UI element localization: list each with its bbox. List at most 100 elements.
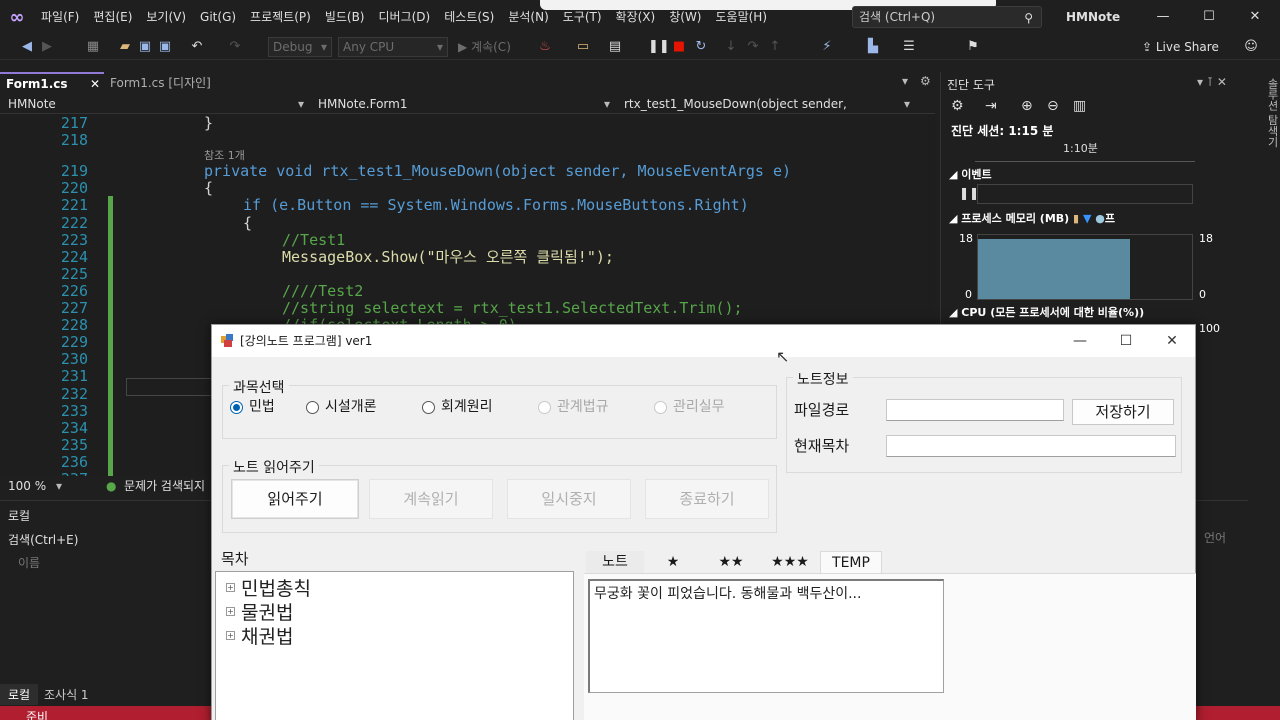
radio-facility[interactable]: 시설개론 <box>306 397 377 417</box>
events-section[interactable]: ◢ 이벤트 <box>949 166 992 182</box>
zoom-out-icon[interactable]: ⊖ <box>1047 98 1059 114</box>
radio-related-law[interactable]: 관계법규 <box>538 397 609 417</box>
radio-civil-law[interactable]: 민법 <box>230 397 275 417</box>
tree-item-obligation[interactable]: + 채권법 <box>226 622 293 649</box>
solution-explorer-rail[interactable]: 솔루션 탐색기 <box>1252 72 1280 712</box>
code-line[interactable]: 217} <box>0 115 935 132</box>
tab-star3[interactable]: ★★★ <box>760 551 820 573</box>
redo-icon[interactable]: ↷ <box>226 38 244 56</box>
menu-build[interactable]: 빌드(B) <box>318 0 372 34</box>
tab-note[interactable]: 노트 <box>586 551 644 573</box>
settings-icon[interactable]: ⚙ <box>920 74 931 88</box>
vs-search-input[interactable]: 검색 (Ctrl+Q) ⚲ <box>852 6 1042 28</box>
path-input[interactable] <box>886 399 1064 421</box>
save-button[interactable]: 저장하기 <box>1072 399 1174 425</box>
memory-section[interactable]: ◢ 프로세스 메모리 (MB) ▮ ▼ ●프 <box>949 210 1115 226</box>
code-line[interactable]: 224 MessageBox.Show("마우스 오른쪽 클릭됨!"); <box>0 248 935 266</box>
tab-temp[interactable]: TEMP <box>820 551 882 573</box>
tree-item-general[interactable]: + 민법총칙 <box>226 574 311 601</box>
platform-combo[interactable]: Any CPU <box>338 37 448 57</box>
class-combo[interactable]: HMNote.Form1 ▾ <box>310 95 614 113</box>
forward-icon[interactable]: ▶ <box>38 38 56 56</box>
radio-management[interactable]: 관리실무 <box>654 397 725 417</box>
open-folder-icon[interactable]: ▰ <box>116 38 134 56</box>
tab-form1-cs[interactable]: Form1.cs ✕ <box>0 72 104 94</box>
code-line[interactable]: 219 private void rtx_test1_MouseDown(obje… <box>0 163 935 180</box>
window-layout-icon[interactable]: ▤ <box>606 38 624 56</box>
save-icon[interactable]: ▣ <box>136 38 154 56</box>
chart-icon[interactable]: ▥ <box>1073 98 1086 114</box>
bookmark-icon[interactable]: ⚑ <box>964 38 982 56</box>
chevron-down-icon[interactable]: ▾ <box>56 476 62 496</box>
locals-search[interactable]: 검색(Ctrl+E) <box>8 531 78 548</box>
continue-read-button[interactable]: 계속읽기 <box>369 479 493 519</box>
note-richtext[interactable]: 무궁화 꽃이 피었습니다. 동해물과 백두산이... <box>588 579 944 693</box>
save-all-icon[interactable]: ▣ <box>156 38 174 56</box>
visual-studio-logo-icon[interactable]: ∞ <box>0 0 34 34</box>
timeline[interactable]: 1:10분 <box>975 140 1195 162</box>
menu-project[interactable]: 프로젝트(P) <box>243 0 318 34</box>
code-line[interactable]: 225 <box>0 265 935 283</box>
menu-view[interactable]: 보기(V) <box>139 0 193 34</box>
diagnostics-icon[interactable]: ⚡ <box>818 38 836 56</box>
close-tab-icon[interactable]: ✕ <box>90 74 100 94</box>
format-icon[interactable]: ☰ <box>900 38 918 56</box>
stop-icon[interactable]: ■ <box>670 38 688 56</box>
close-icon[interactable]: ✕ <box>1232 0 1278 34</box>
code-line[interactable]: 218 <box>0 132 935 149</box>
feedback-icon[interactable]: ☺ <box>1242 38 1260 56</box>
pause-icon[interactable]: ❚❚ <box>648 38 670 56</box>
read-button[interactable]: 읽어주기 <box>231 479 359 519</box>
back-icon[interactable]: ◀ <box>18 38 36 56</box>
issues-status[interactable]: 문제가 검색되지 <box>124 476 205 496</box>
new-item-icon[interactable]: ▦ <box>84 38 102 56</box>
code-line[interactable]: 227 //string selectext = rtx_test1.Select… <box>0 300 935 317</box>
member-combo[interactable]: rtx_test1_MouseDown(object sender, Mouse… <box>616 95 914 129</box>
app-minimize-icon[interactable]: — <box>1057 325 1103 357</box>
zoom-combo[interactable]: 100 % <box>8 476 46 496</box>
code-line[interactable]: 223 //Test1 <box>0 231 935 249</box>
app-titlebar[interactable]: [강의노트 프로그램] ver1 ↖ — ☐ ✕ <box>212 325 1195 366</box>
code-line[interactable]: 226 ////Test2 <box>0 282 935 300</box>
live-share-button[interactable]: ⇪ Live Share <box>1142 37 1219 57</box>
config-combo[interactable]: Debug <box>268 37 332 57</box>
radio-accounting[interactable]: 회계원리 <box>422 397 493 417</box>
tab-locals[interactable]: 로컬 <box>0 684 39 705</box>
continue-button[interactable]: ▶ 계속(C) <box>458 37 511 57</box>
expand-icon[interactable]: + <box>226 607 235 616</box>
step-into-icon[interactable]: ↓ <box>722 38 740 56</box>
tab-star2[interactable]: ★★ <box>702 551 760 573</box>
menu-test[interactable]: 테스트(S) <box>437 0 501 34</box>
panel-options-icon[interactable]: ▾ ⊺ ✕ <box>1197 75 1227 89</box>
open-icon[interactable]: ▭ <box>574 38 592 56</box>
undo-icon[interactable]: ↶ <box>188 38 206 56</box>
pause-read-button[interactable]: 일시중지 <box>507 479 631 519</box>
settings-icon[interactable]: ⚙ <box>951 98 964 114</box>
step-over-icon[interactable]: ↷ <box>744 38 762 56</box>
menu-edit[interactable]: 편집(E) <box>86 0 139 34</box>
breakpoints-icon[interactable]: ▙ <box>864 38 882 56</box>
menu-file[interactable]: 파일(F) <box>34 0 86 34</box>
maximize-icon[interactable]: ☐ <box>1186 0 1232 34</box>
minimize-icon[interactable]: — <box>1140 0 1186 34</box>
code-line[interactable]: 221 if (e.Button == System.Windows.Forms.… <box>0 197 935 214</box>
project-combo[interactable]: HMNote ▾ <box>0 95 308 113</box>
reference-codelens[interactable]: 참조 1개 <box>204 147 245 163</box>
tab-overflow-icon[interactable]: ▾ <box>902 74 908 88</box>
current-toc-input[interactable] <box>886 435 1176 457</box>
step-out-icon[interactable]: ↑ <box>766 38 784 56</box>
expand-icon[interactable]: + <box>226 631 235 640</box>
tab-form1-designer[interactable]: Form1.cs [디자인] <box>104 72 234 94</box>
code-line[interactable]: 222 { <box>0 214 935 232</box>
tab-watch1[interactable]: 조사식 1 <box>44 684 89 705</box>
expand-icon[interactable]: + <box>226 583 235 592</box>
menu-git[interactable]: Git(G) <box>193 0 243 34</box>
cpu-section[interactable]: ◢ CPU (모든 프로세서에 대한 비율(%)) <box>949 304 1144 320</box>
menu-debug[interactable]: 디버그(D) <box>372 0 438 34</box>
tab-star1[interactable]: ★ <box>644 551 702 573</box>
app-close-icon[interactable]: ✕ <box>1149 325 1195 357</box>
toc-tree[interactable]: + 민법총칙 + 물권법 + 채권법 <box>215 571 574 720</box>
export-icon[interactable]: ⇥ <box>985 98 997 114</box>
code-line[interactable]: 220 { <box>0 180 935 197</box>
app-maximize-icon[interactable]: ☐ <box>1103 325 1149 357</box>
